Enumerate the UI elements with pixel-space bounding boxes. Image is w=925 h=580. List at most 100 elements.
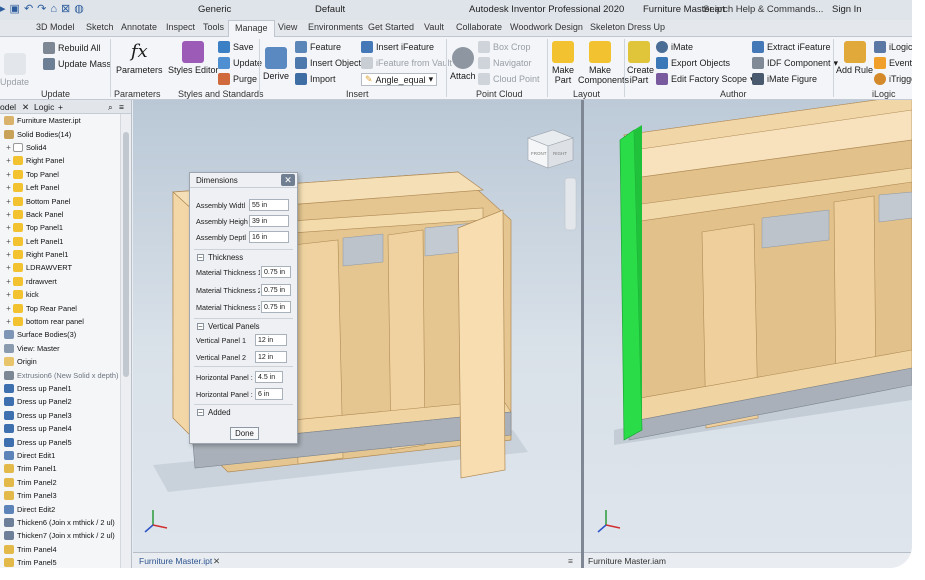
home-icon[interactable]: ⌂	[50, 3, 57, 15]
tab-manage[interactable]: Manage	[228, 20, 275, 38]
tree-item[interactable]: + kick	[0, 288, 120, 301]
tab-annotate[interactable]: Annotate	[121, 22, 157, 32]
attach-button[interactable]: Attach	[450, 47, 476, 81]
edit-factory-scope-button[interactable]: Edit Factory Scope ▾	[656, 73, 755, 85]
tree-item[interactable]: Dress up Panel3	[0, 409, 120, 422]
close-icon[interactable]: ✕	[213, 556, 220, 567]
close-icon[interactable]: ✕	[22, 102, 29, 113]
thickness-group-header[interactable]: – Thickness	[197, 253, 243, 262]
dialog-titlebar[interactable]: Dimensions ✕	[190, 173, 297, 188]
derive-button[interactable]: Derive	[263, 47, 289, 81]
tab-vault[interactable]: Vault	[424, 22, 444, 32]
box-crop-button[interactable]: Box Crop	[478, 41, 531, 53]
imate-figure-button[interactable]: iMate Figure	[752, 73, 817, 85]
feature-button[interactable]: Feature	[295, 41, 341, 53]
tree-item[interactable]: Thicken7 (Join x mthick / 2 ul)	[0, 529, 120, 542]
tab-environments[interactable]: Environments	[308, 22, 363, 32]
tree-item[interactable]: + Bottom Panel	[0, 194, 120, 207]
navigator-button[interactable]: Navigator	[478, 57, 532, 69]
update-button[interactable]: Update	[0, 53, 29, 87]
horizontal-panel-2-input[interactable]: 6 in	[255, 388, 283, 400]
styles-purge-button[interactable]: Purge	[218, 73, 257, 85]
material-thickness-1-input[interactable]: 0.75 in	[261, 266, 291, 278]
tab-get-started[interactable]: Get Started	[368, 22, 414, 32]
tab-collaborate[interactable]: Collaborate	[456, 22, 502, 32]
insert-ifeature-button[interactable]: Insert iFeature	[361, 41, 434, 53]
idf-component-button[interactable]: IDF Component ▾	[752, 57, 838, 69]
styles-save-button[interactable]: Save	[218, 41, 254, 53]
tree-item[interactable]: + rdrawvert	[0, 275, 120, 288]
graphics-window-assembly[interactable]	[584, 100, 912, 552]
added-group-header[interactable]: – Added	[197, 408, 231, 417]
imate-button[interactable]: iMate	[656, 41, 693, 53]
itrigger-button[interactable]: iTrigger	[874, 73, 912, 85]
tree-item[interactable]: Trim Panel1	[0, 462, 120, 475]
material-thickness-3-input[interactable]: 0.75 in	[261, 301, 291, 313]
material-thickness-2-input[interactable]: 0.75 in	[261, 284, 291, 296]
expand-icon[interactable]: +	[4, 263, 13, 272]
tree-item[interactable]: Direct Edit2	[0, 502, 120, 515]
add-tab-icon[interactable]: +	[58, 102, 63, 112]
menu-icon[interactable]: ≡	[568, 556, 573, 566]
document-tab-assembly[interactable]: Furniture Master.iam	[588, 556, 666, 566]
expand-icon[interactable]: +	[4, 210, 13, 219]
tree-item[interactable]: Dress up Panel5	[0, 435, 120, 448]
expand-icon[interactable]: +	[4, 317, 13, 326]
tree-item[interactable]: + Right Panel	[0, 154, 120, 167]
sign-in-link[interactable]: Sign In	[832, 4, 862, 15]
make-part-button[interactable]: Make Part	[551, 41, 575, 85]
expand-icon[interactable]: +	[4, 304, 13, 313]
insert-object-button[interactable]: Insert Object	[295, 57, 361, 69]
tab-view[interactable]: View	[278, 22, 297, 32]
expand-icon[interactable]: +	[4, 143, 13, 152]
styles-update-button[interactable]: Update	[218, 57, 262, 69]
assembly-depth-input[interactable]: 16 in	[249, 231, 289, 243]
tree-item[interactable]: + Top Rear Panel	[0, 301, 120, 314]
material-combo[interactable]: Default	[315, 4, 345, 15]
search-help-input[interactable]: Search Help & Commands...	[703, 4, 823, 15]
tab-inspect[interactable]: Inspect	[166, 22, 195, 32]
tree-item[interactable]: Trim Panel2	[0, 476, 120, 489]
vertical-panels-group-header[interactable]: – Vertical Panels	[197, 322, 260, 331]
expand-icon[interactable]: +	[4, 156, 13, 165]
angle-equal-combo[interactable]: ✎ Angle_equal ▾	[361, 73, 438, 86]
vertical-panel-2-input[interactable]: 12 in	[255, 351, 287, 363]
tree-item[interactable]: Dress up Panel1	[0, 382, 120, 395]
import-button[interactable]: Import	[295, 73, 336, 85]
tab-sketch[interactable]: Sketch	[86, 22, 114, 32]
menu-icon[interactable]: ≡	[119, 102, 124, 112]
select-icon[interactable]: ⊠	[61, 2, 70, 15]
tree-item[interactable]: Solid Bodies(14)	[0, 127, 120, 140]
appearance-combo[interactable]: Generic	[198, 4, 231, 15]
tree-item[interactable]: Surface Bodies(3)	[0, 328, 120, 341]
expand-icon[interactable]: +	[4, 183, 13, 192]
browser-tab-model[interactable]: odel	[0, 102, 16, 112]
parameters-button[interactable]: fx Parameters	[116, 41, 163, 75]
scrollbar-thumb[interactable]	[123, 132, 129, 377]
browser-tab-ilogic[interactable]: Logic	[34, 102, 54, 112]
tree-item[interactable]: Thicken6 (Join x mthick / 2 ul)	[0, 516, 120, 529]
browser-scrollbar[interactable]	[120, 114, 131, 568]
tab-skeleton-dress-up[interactable]: Skeleton Dress Up	[590, 22, 665, 32]
close-icon[interactable]: ✕	[281, 174, 295, 186]
tree-item[interactable]: Extrusion6 (New Solid x depth)	[0, 368, 120, 381]
tree-item[interactable]: + Top Panel	[0, 168, 120, 181]
rebuild-all-button[interactable]: Rebuild All	[43, 42, 101, 54]
document-tab-part[interactable]: Furniture Master.ipt	[139, 556, 212, 566]
tab-woodwork-design[interactable]: Woodwork Design	[510, 22, 583, 32]
make-components-button[interactable]: Make Components	[578, 41, 629, 85]
tree-item[interactable]: Direct Edit1	[0, 449, 120, 462]
tree-item[interactable]: Furniture Master.ipt	[0, 114, 120, 127]
search-icon[interactable]: ⌕	[108, 102, 113, 113]
expand-icon[interactable]: +	[4, 223, 13, 232]
tree-item[interactable]: + Left Panel	[0, 181, 120, 194]
horizontal-panel-1-input[interactable]: 4.5 in	[255, 371, 283, 383]
tree-item[interactable]: Trim Panel4	[0, 543, 120, 556]
save-icon[interactable]: ▣	[10, 2, 20, 15]
tree-item[interactable]: Trim Panel5	[0, 556, 120, 568]
assembly-width-input[interactable]: 55 in	[249, 199, 289, 211]
tree-item[interactable]: View: Master	[0, 342, 120, 355]
extract-ifeature-button[interactable]: Extract iFeature	[752, 41, 831, 53]
event-triggers-button[interactable]: Event Tr	[874, 57, 912, 69]
tree-item[interactable]: + Solid4	[0, 141, 120, 154]
